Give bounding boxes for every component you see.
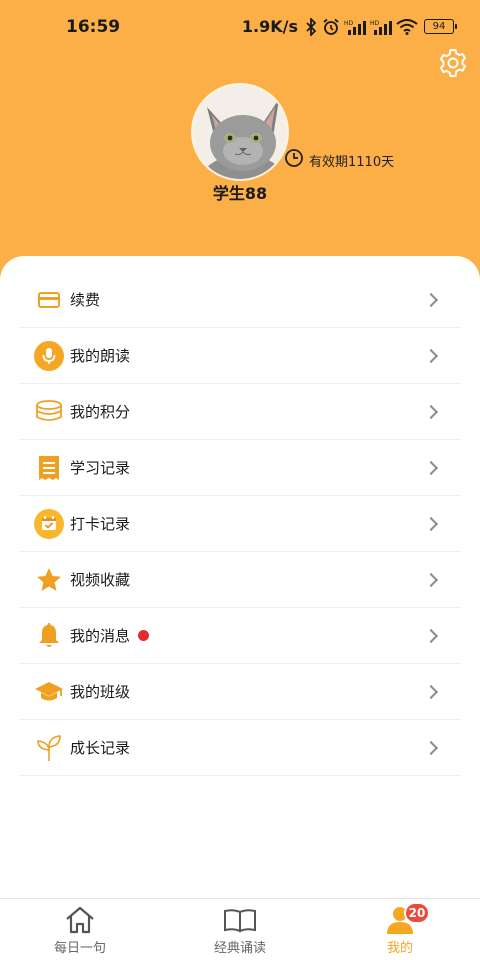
menu-label: 视频收藏 <box>70 571 131 589</box>
signal-hd-icon: HD <box>370 19 392 35</box>
tab-mine[interactable]: 我的 <box>320 899 480 960</box>
validity-info: 有效期1110天 <box>284 148 394 172</box>
chevron-right-icon <box>423 684 439 699</box>
chevron-right-icon <box>423 292 439 307</box>
menu-item-my-reading[interactable]: 我的朗读 <box>20 328 460 384</box>
status-bar: 16:59 1.9K/s HD HD 94 <box>0 0 480 56</box>
menu-label: 学习记录 <box>70 459 131 477</box>
chevron-right-icon <box>423 404 439 419</box>
wifi-icon <box>396 18 418 35</box>
unread-dot <box>138 630 150 641</box>
menu-item-my-messages[interactable]: 我的消息 <box>20 608 460 664</box>
menu-label: 我的消息 <box>70 627 131 645</box>
menu-item-renew[interactable]: 续费 <box>20 272 460 328</box>
status-icons: 1.9K/s HD HD 94 <box>241 17 457 36</box>
microphone-icon <box>34 340 64 371</box>
tab-label: 经典诵读 <box>213 941 266 956</box>
star-icon <box>34 565 64 595</box>
svg-text:HD: HD <box>370 20 380 27</box>
menu-item-video-favorites[interactable]: 视频收藏 <box>20 552 460 608</box>
gear-icon <box>437 47 469 83</box>
status-time: 16:59 <box>66 17 121 37</box>
menu-item-growth-records[interactable]: 成长记录 <box>20 720 460 776</box>
menu-item-my-class[interactable]: 我的班级 <box>20 664 460 720</box>
signal-hd-icon: HD <box>344 19 366 35</box>
clock-icon <box>284 148 304 172</box>
menu-label: 我的朗读 <box>70 347 131 365</box>
tab-daily-sentence[interactable]: 每日一句 <box>0 899 160 960</box>
tab-label: 我的 <box>386 941 413 956</box>
card-icon <box>34 285 64 315</box>
avatar[interactable] <box>191 83 289 181</box>
bluetooth-icon <box>304 17 318 36</box>
receipt-icon <box>34 453 64 483</box>
username: 学生88 <box>212 184 268 203</box>
menu-item-my-points[interactable]: 我的积分 <box>20 384 460 440</box>
menu-label: 我的班级 <box>70 683 131 701</box>
menu-card: 续费 我的朗读 我的积分 学习记录 打卡记录 视频收藏 我的消息 我的班级 成长… <box>0 256 480 898</box>
calendar-check-icon <box>34 508 64 539</box>
chevron-right-icon <box>423 516 439 531</box>
chevron-right-icon <box>423 348 439 363</box>
tab-label: 每日一句 <box>53 941 106 956</box>
settings-button[interactable] <box>436 48 470 82</box>
menu-label: 打卡记录 <box>70 515 131 533</box>
chevron-right-icon <box>423 740 439 755</box>
bell-icon <box>34 621 64 651</box>
cat-avatar-image <box>193 85 287 179</box>
menu-label: 成长记录 <box>70 739 131 757</box>
menu-label: 我的积分 <box>70 403 131 421</box>
notification-badge: 20 <box>404 902 430 924</box>
profile-header: 16:59 1.9K/s HD HD 94 有效期1110天 学生88 <box>0 0 480 290</box>
graduation-cap-icon <box>34 677 64 707</box>
coins-icon <box>34 397 64 427</box>
tab-classic-recitation[interactable]: 经典诵读 <box>160 899 320 960</box>
menu-list: 续费 我的朗读 我的积分 学习记录 打卡记录 视频收藏 我的消息 我的班级 成长… <box>20 272 460 776</box>
menu-item-study-records[interactable]: 学习记录 <box>20 440 460 496</box>
validity-text: 有效期1110天 <box>309 154 395 170</box>
battery-icon: 94 <box>424 19 457 34</box>
svg-text:HD: HD <box>344 20 354 27</box>
alarm-icon <box>322 18 340 36</box>
book-icon <box>223 905 257 935</box>
chevron-right-icon <box>423 572 439 587</box>
menu-label: 续费 <box>70 291 101 309</box>
chevron-right-icon <box>423 460 439 475</box>
chevron-right-icon <box>423 628 439 643</box>
menu-item-checkin-records[interactable]: 打卡记录 <box>20 496 460 552</box>
home-icon <box>64 905 96 935</box>
sprout-icon <box>34 733 64 763</box>
network-speed: 1.9K/s <box>241 17 298 36</box>
